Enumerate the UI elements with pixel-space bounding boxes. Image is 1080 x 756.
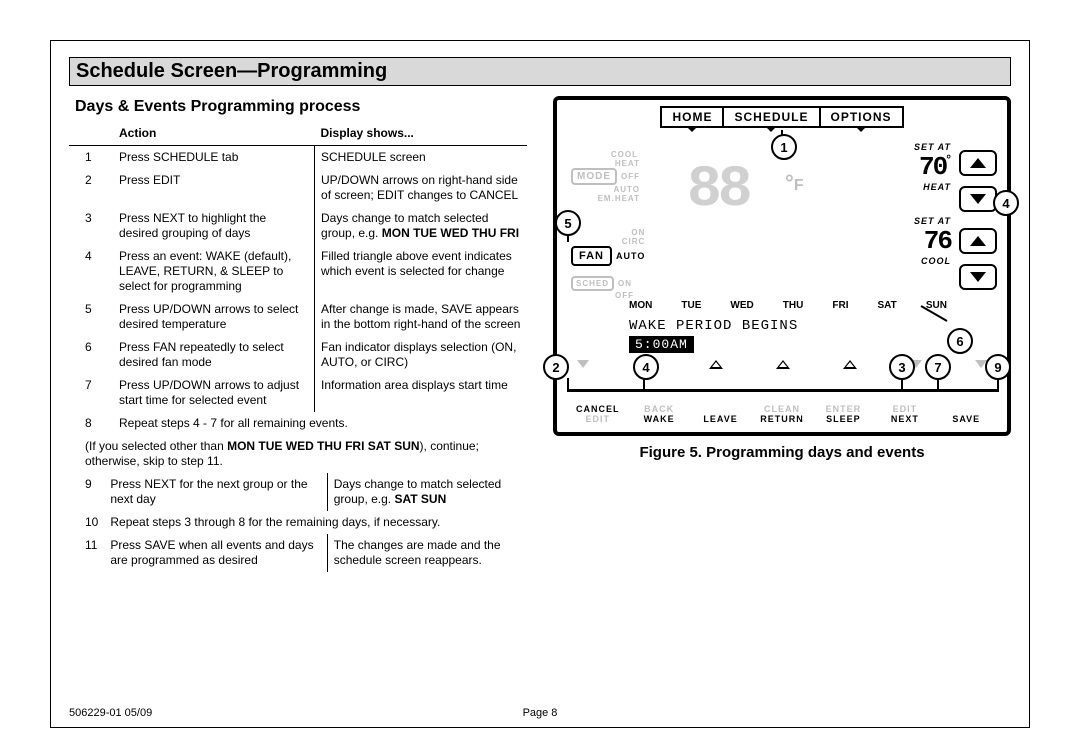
- mid-note: (If you selected other than MON TUE WED …: [69, 435, 527, 473]
- callout-1: 1: [771, 134, 797, 160]
- step-display: Days change to match selected group, e.g…: [327, 473, 527, 511]
- return-marker: [776, 360, 790, 369]
- label-next[interactable]: NEXT: [874, 414, 935, 424]
- label-edit-dim: EDIT: [567, 414, 628, 424]
- sched-block: SCHED ON OFF: [571, 276, 634, 300]
- step-display: Days change to match selected group, e.g…: [315, 207, 527, 245]
- callout-6: 5: [555, 210, 581, 236]
- fan-block: ON CIRC FAN AUTO: [571, 228, 645, 266]
- start-time: 5:00AM: [629, 336, 694, 353]
- heat-up-button[interactable]: [959, 150, 997, 176]
- step-action: Press EDIT: [113, 169, 315, 207]
- step-number: 7: [69, 374, 113, 412]
- label-clean-dim: CLEAN: [751, 404, 812, 414]
- col-display-header: Display shows...: [315, 122, 527, 146]
- steps-table-2: 9Press NEXT for the next group or the ne…: [69, 473, 527, 572]
- label-edit2-dim: EDIT: [874, 404, 935, 414]
- step-number: 4: [69, 245, 113, 298]
- label-sleep[interactable]: SLEEP: [813, 414, 874, 424]
- step-display: SCHEDULE screen: [315, 146, 527, 170]
- cool-up-button[interactable]: [959, 228, 997, 254]
- callout-2: 2: [543, 354, 569, 380]
- tab-schedule[interactable]: SCHEDULE: [724, 106, 818, 128]
- heat-setpoint: SET AT 70° HEAT: [914, 142, 951, 192]
- label-cancel[interactable]: CANCEL: [567, 404, 628, 414]
- steps-column: Days & Events Programming process Action…: [69, 96, 527, 572]
- step-action: Press NEXT to highlight the desired grou…: [113, 207, 315, 245]
- step-display: Information area displays start time: [315, 374, 527, 412]
- step-number: 2: [69, 169, 113, 207]
- steps-table: Action Display shows... 1Press SCHEDULE …: [69, 122, 527, 435]
- step-number: 5: [69, 298, 113, 336]
- step-number: 11: [69, 534, 104, 572]
- thermostat-figure: HOME SCHEDULE OPTIONS 1 COOL HEAT MODE O…: [553, 96, 1011, 436]
- step-full: Repeat steps 4 - 7 for all remaining eve…: [113, 412, 527, 435]
- callout-9: 7: [925, 354, 951, 380]
- cancel-marker: [577, 360, 589, 368]
- step-full: Repeat steps 3 through 8 for the remaini…: [104, 511, 527, 534]
- step-action: Press UP/DOWN arrows to adjust start tim…: [113, 374, 315, 412]
- current-temp-display: 88: [687, 158, 749, 223]
- cool-setpoint: SET AT 76 COOL: [914, 216, 951, 266]
- callout-5: 4: [993, 190, 1019, 216]
- step-number: 10: [69, 511, 104, 534]
- label-wake[interactable]: WAKE: [628, 414, 689, 424]
- section-title: Schedule Screen—Programming: [69, 57, 1011, 86]
- tab-home[interactable]: HOME: [660, 106, 724, 128]
- step-display: Filled triangle above event indicates wh…: [315, 245, 527, 298]
- figure-caption: Figure 5. Programming days and events: [553, 444, 1011, 461]
- step-number: 8: [69, 412, 113, 435]
- step-action: Press SCHEDULE tab: [113, 146, 315, 170]
- step-display: After change is made, SAVE appears in th…: [315, 298, 527, 336]
- step-action: Press an event: WAKE (default), LEAVE, R…: [113, 245, 315, 298]
- label-enter-dim: ENTER: [813, 404, 874, 414]
- label-return[interactable]: RETURN: [751, 414, 812, 424]
- deg-f: °F: [785, 170, 804, 196]
- heat-down-button[interactable]: [959, 186, 997, 212]
- label-back-dim: BACK: [628, 404, 689, 414]
- callout-11: 9: [985, 354, 1011, 380]
- col-action-header: Action: [113, 122, 315, 146]
- footer-page: Page 8: [523, 707, 558, 719]
- step-display: The changes are made and the schedule sc…: [327, 534, 527, 572]
- step-display: UP/DOWN arrows on right-hand side of scr…: [315, 169, 527, 207]
- step-number: 9: [69, 473, 104, 511]
- step-action: Press SAVE when all events and days are …: [104, 534, 327, 572]
- step-action: Press UP/DOWN arrows to select desired t…: [113, 298, 315, 336]
- label-save[interactable]: SAVE: [936, 414, 997, 424]
- step-number: 3: [69, 207, 113, 245]
- subtitle: Days & Events Programming process: [75, 98, 527, 116]
- mode-block: COOL HEAT MODE OFF AUTO EM.HEAT: [571, 150, 640, 203]
- sleep-marker: [843, 360, 857, 369]
- label-leave[interactable]: LEAVE: [690, 414, 751, 424]
- step-display: Fan indicator displays selection (ON, AU…: [315, 336, 527, 374]
- info-line: WAKE PERIOD BEGINS: [629, 318, 798, 334]
- callout-7: 6: [947, 328, 973, 354]
- leave-marker: [709, 360, 723, 369]
- cool-down-button[interactable]: [959, 264, 997, 290]
- footer-docnum: 506229-01 05/09: [69, 707, 152, 719]
- callout-4: 4: [633, 354, 659, 380]
- step-action: Press FAN repeatedly to select desired f…: [113, 336, 315, 374]
- mode-button[interactable]: MODE: [571, 168, 617, 185]
- callout-3: 3: [889, 354, 915, 380]
- tab-options[interactable]: OPTIONS: [819, 106, 904, 128]
- days-row: MON TUE WED THU FRI SAT SUN: [629, 300, 947, 311]
- step-number: 1: [69, 146, 113, 170]
- step-action: Press NEXT for the next group or the nex…: [104, 473, 327, 511]
- step-number: 6: [69, 336, 113, 374]
- fan-button[interactable]: FAN: [571, 246, 612, 266]
